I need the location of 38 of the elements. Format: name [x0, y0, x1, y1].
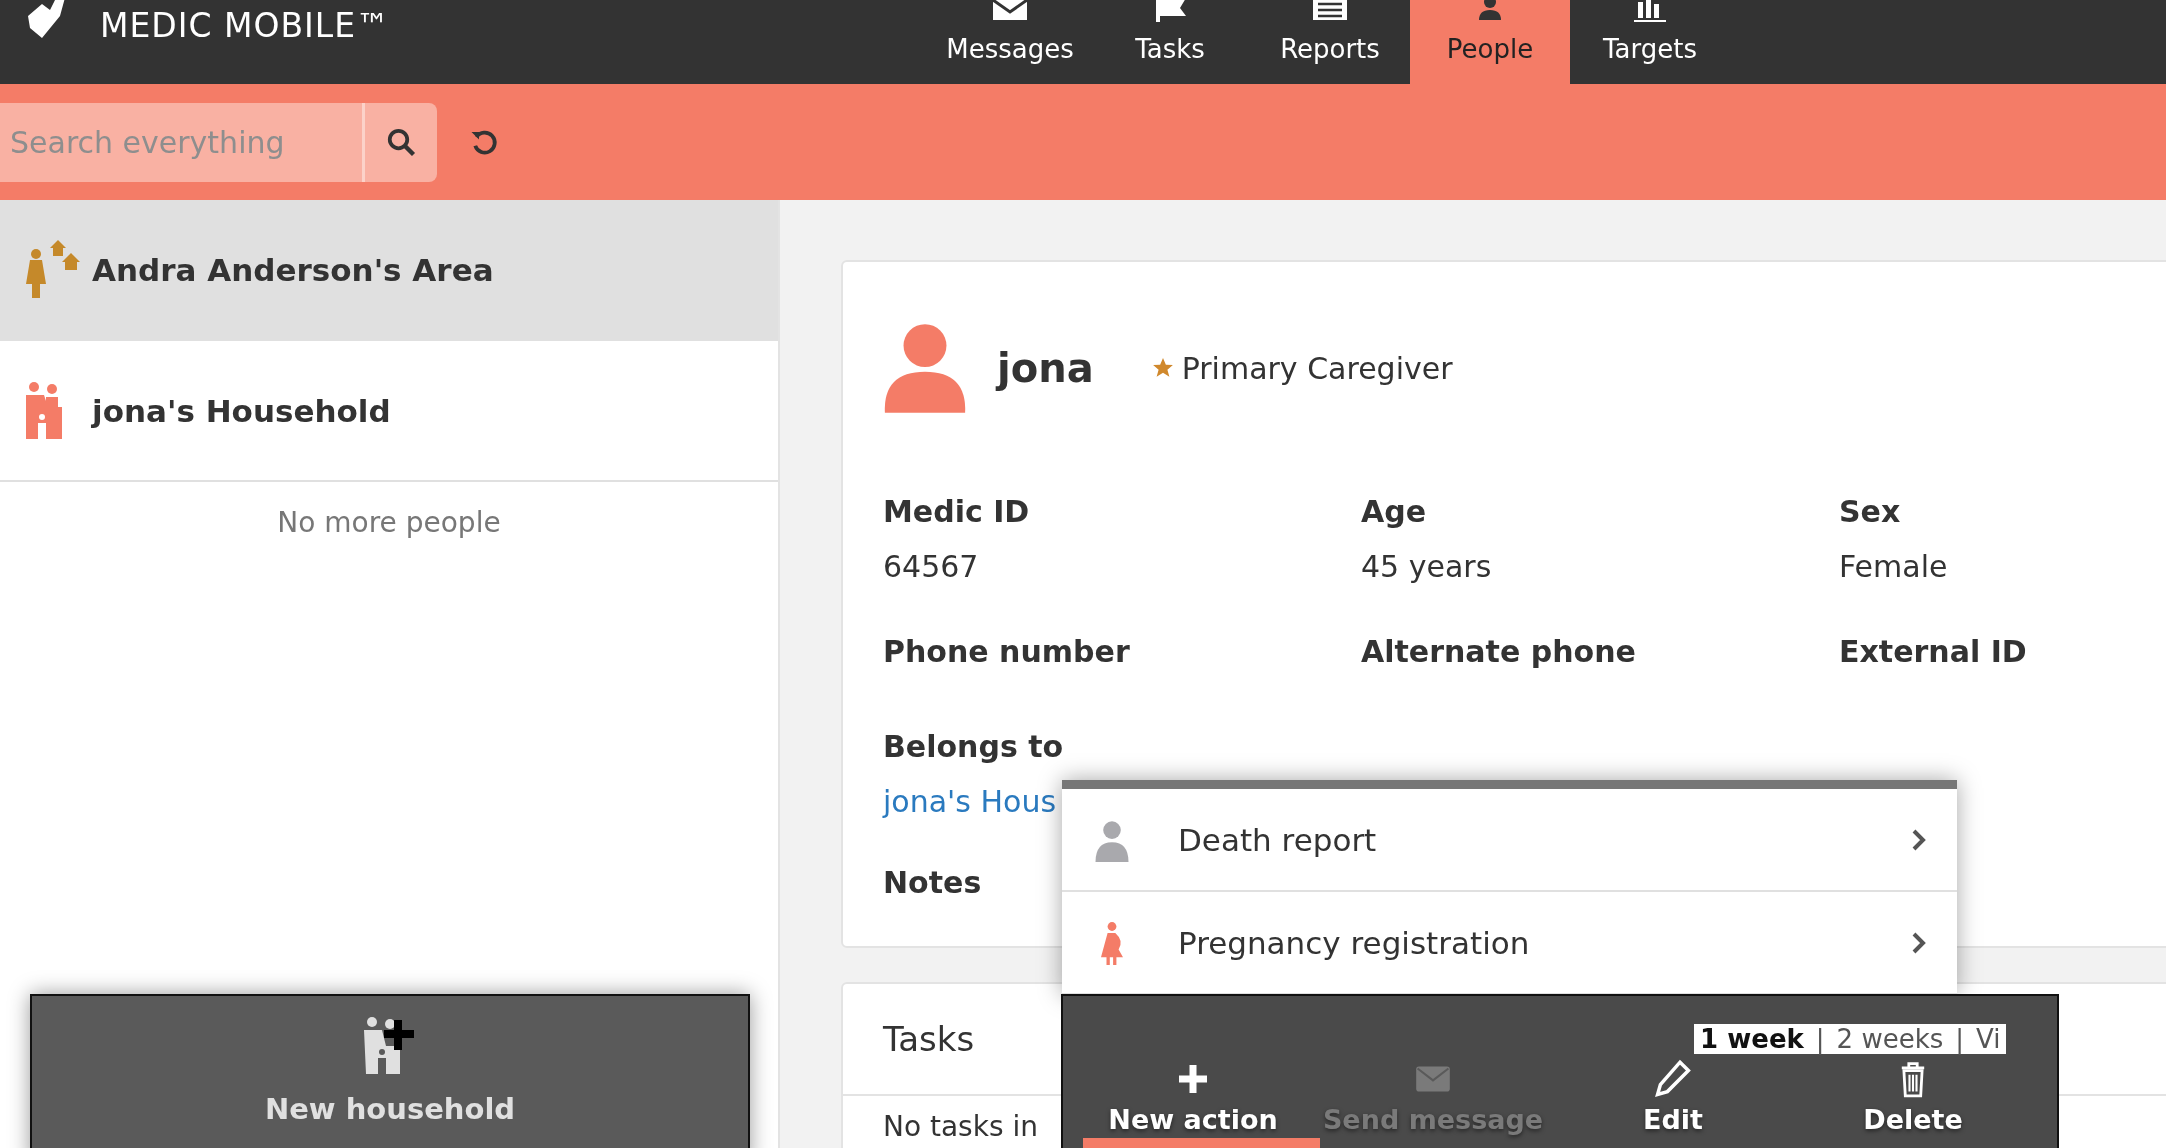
field-label: Alternate phone: [1361, 634, 1637, 669]
place-name: Andra Anderson's Area: [92, 251, 494, 288]
tasks-title: Tasks: [883, 1019, 975, 1059]
new-household-button[interactable]: New household: [30, 994, 750, 1148]
field-label: Age: [1361, 494, 1428, 529]
nav-tab[interactable]: Reports: [1250, 0, 1410, 84]
field-label: Phone number: [883, 634, 1131, 669]
field-value: 64567: [883, 549, 980, 584]
field-label: Sex: [1839, 494, 1902, 529]
place-list-item[interactable]: Andra Anderson's Area: [0, 200, 778, 341]
action-button[interactable]: Delete: [1793, 1058, 2033, 1134]
action-button[interactable]: Edit: [1553, 1058, 1793, 1134]
nav-tab[interactable]: Tasks: [1090, 0, 1250, 84]
range-separator: |: [1955, 1024, 1965, 1054]
field-label: Notes: [883, 865, 983, 900]
brand-name: MEDIC MOBILE™: [100, 6, 391, 45]
menu-item-label: Death report: [1178, 821, 1378, 858]
field-label: Medic ID: [883, 494, 1031, 529]
nav-tab[interactable]: Messages: [930, 0, 1090, 84]
menu-item-label: Pregnancy registration: [1178, 924, 1531, 961]
field-value: Female: [1839, 549, 1949, 584]
range-link[interactable]: 2 weeks: [1836, 1024, 1944, 1054]
field-label: Belongs to: [883, 729, 1065, 764]
field-label: External ID: [1839, 634, 2028, 669]
nav-tab[interactable]: Targets: [1570, 0, 1730, 84]
range-separator: |: [1815, 1024, 1825, 1054]
search-field[interactable]: Search everything: [0, 102, 362, 182]
contact-name: jona: [997, 345, 1094, 391]
list-end-note: No more people: [276, 505, 502, 539]
menu-item[interactable]: Death report: [1062, 789, 1957, 892]
action-button[interactable]: New action: [1073, 1058, 1313, 1134]
range-link[interactable]: Vi: [1976, 1024, 2001, 1054]
field-value: 45 years: [1361, 549, 1493, 584]
contact-role: Primary Caregiver: [1181, 350, 1453, 386]
empty-tasks-note: No tasks in: [883, 1110, 1038, 1143]
range-link[interactable]: 1 week: [1700, 1024, 1804, 1054]
place-name: jona's Household: [92, 392, 391, 429]
nav-tab[interactable]: People: [1410, 0, 1570, 84]
